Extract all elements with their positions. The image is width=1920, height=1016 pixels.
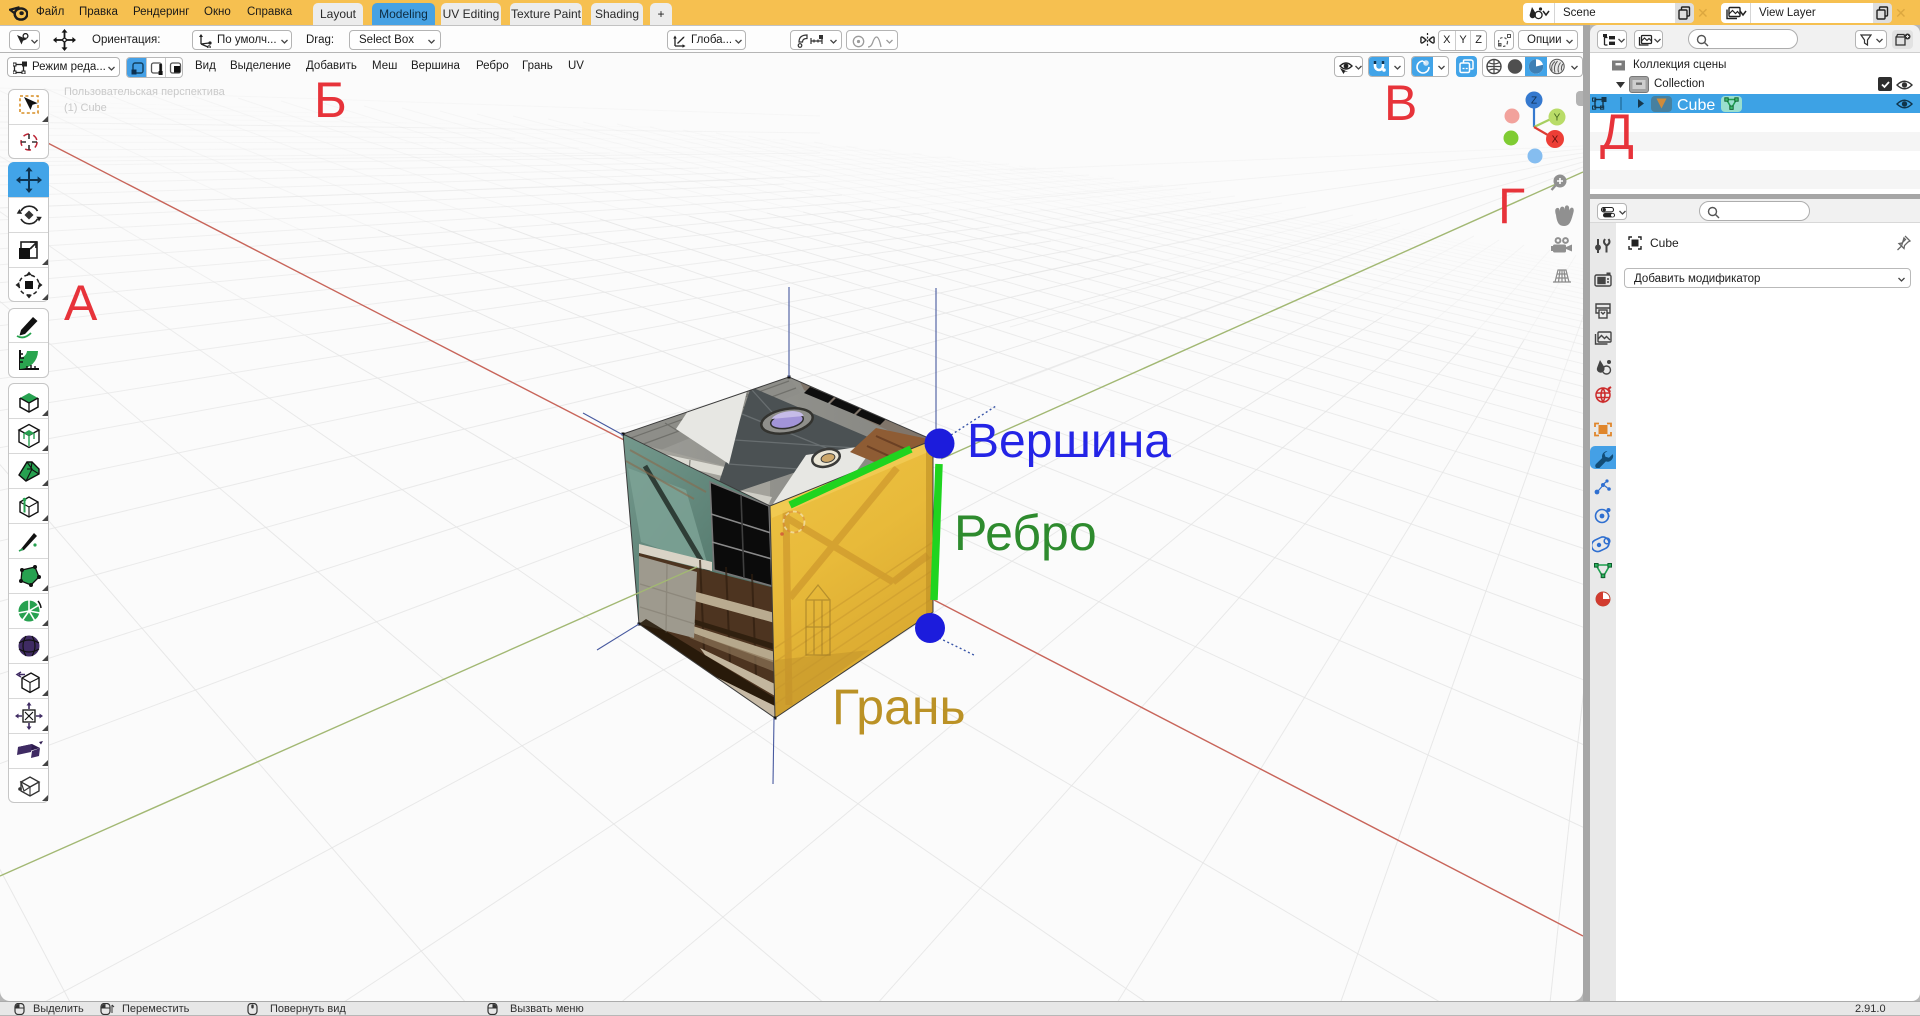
svg-text:Вершина: Вершина	[967, 415, 1171, 468]
svg-text:Грань: Грань	[832, 679, 966, 735]
svg-text:Ребро: Ребро	[954, 505, 1097, 561]
svg-text:X: X	[1552, 135, 1559, 146]
svg-text:Z: Z	[1531, 96, 1537, 107]
svg-text:Y: Y	[1554, 113, 1561, 124]
